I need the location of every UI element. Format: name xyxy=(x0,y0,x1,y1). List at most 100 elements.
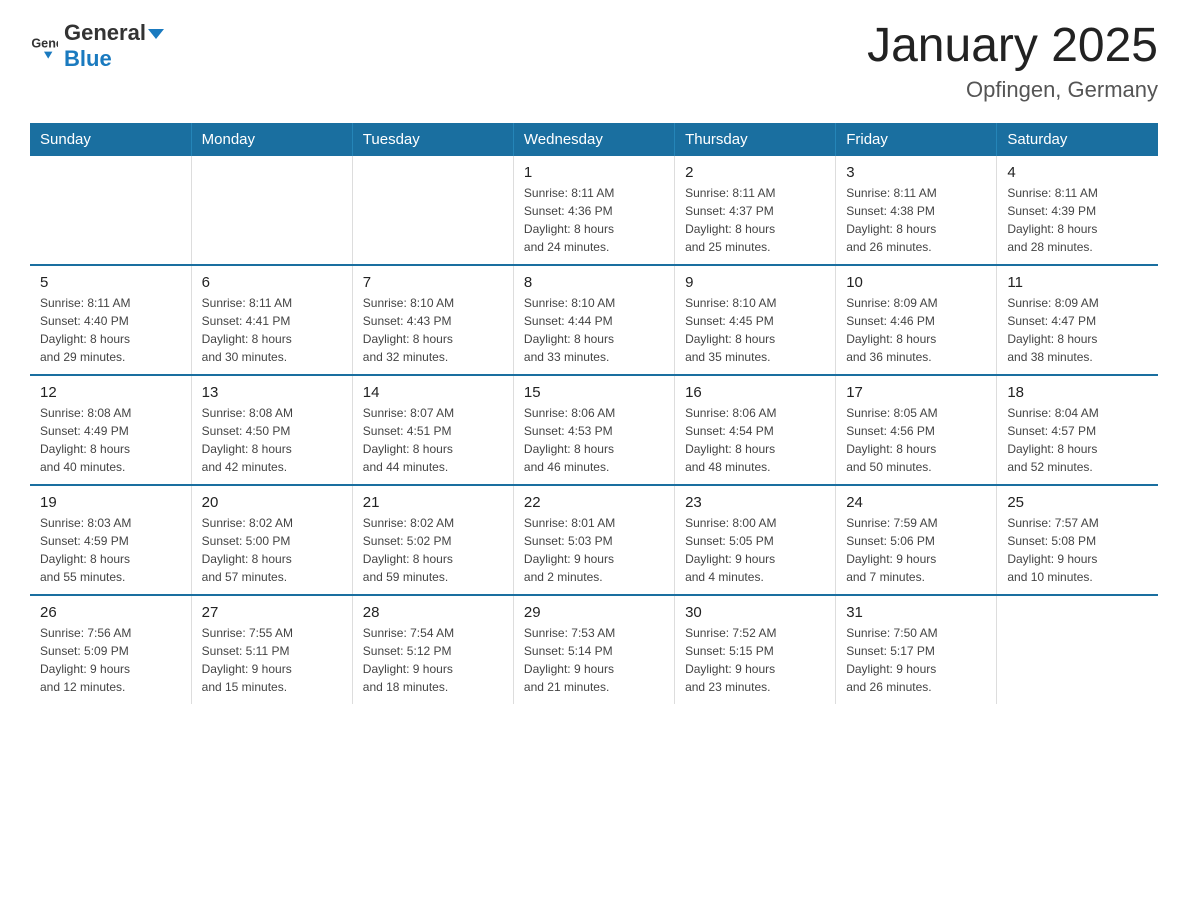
day-number: 30 xyxy=(685,604,825,621)
calendar-table: SundayMondayTuesdayWednesdayThursdayFrid… xyxy=(30,123,1158,704)
day-number: 13 xyxy=(202,384,342,401)
logo-icon: General xyxy=(30,32,58,60)
day-info: Sunrise: 8:08 AMSunset: 4:49 PMDaylight:… xyxy=(40,404,181,476)
day-info: Sunrise: 8:02 AMSunset: 5:02 PMDaylight:… xyxy=(363,514,503,586)
calendar-week-row: 12Sunrise: 8:08 AMSunset: 4:49 PMDayligh… xyxy=(30,375,1158,485)
calendar-cell: 7 Sunrise: 8:10 AMSunset: 4:43 PMDaylight… xyxy=(352,265,513,375)
weekday-header-saturday: Saturday xyxy=(997,123,1158,156)
day-number: 16 xyxy=(685,384,825,401)
day-info: Sunrise: 8:09 AMSunset: 4:47 PMDaylight:… xyxy=(1007,294,1148,366)
calendar-cell: 27 Sunrise: 7:55 AMSunset: 5:11 PMDayligh… xyxy=(191,595,352,704)
weekday-header-tuesday: Tuesday xyxy=(352,123,513,156)
calendar-cell xyxy=(997,595,1158,704)
day-number: 5 xyxy=(40,274,181,291)
calendar-week-row: 5 Sunrise: 8:11 AMSunset: 4:40 PMDaylight… xyxy=(30,265,1158,375)
calendar-cell: 21 Sunrise: 8:02 AMSunset: 5:02 PMDayligh… xyxy=(352,485,513,595)
calendar-cell xyxy=(30,156,191,265)
title-section: January 2025 Opfingen, Germany xyxy=(867,20,1158,103)
day-number: 15 xyxy=(524,384,664,401)
calendar-cell xyxy=(352,156,513,265)
day-info: Sunrise: 8:09 AMSunset: 4:46 PMDaylight:… xyxy=(846,294,986,366)
calendar-cell: 6 Sunrise: 8:11 AMSunset: 4:41 PMDaylight… xyxy=(191,265,352,375)
day-info: Sunrise: 8:11 AMSunset: 4:39 PMDaylight:… xyxy=(1007,184,1148,256)
calendar-cell: 4 Sunrise: 8:11 AMSunset: 4:39 PMDaylight… xyxy=(997,156,1158,265)
calendar-cell: 25Sunrise: 7:57 AMSunset: 5:08 PMDayligh… xyxy=(997,485,1158,595)
day-info: Sunrise: 8:11 AMSunset: 4:38 PMDaylight:… xyxy=(846,184,986,256)
calendar-cell: 28 Sunrise: 7:54 AMSunset: 5:12 PMDayligh… xyxy=(352,595,513,704)
calendar-cell: 11 Sunrise: 8:09 AMSunset: 4:47 PMDayligh… xyxy=(997,265,1158,375)
calendar-cell: 23Sunrise: 8:00 AMSunset: 5:05 PMDayligh… xyxy=(675,485,836,595)
day-number: 19 xyxy=(40,494,181,511)
day-number: 31 xyxy=(846,604,986,621)
day-info: Sunrise: 8:03 AMSunset: 4:59 PMDaylight:… xyxy=(40,514,181,586)
day-info: Sunrise: 8:07 AMSunset: 4:51 PMDaylight:… xyxy=(363,404,503,476)
day-number: 3 xyxy=(846,164,986,181)
page-header: General General Blue January 2025 Opfing… xyxy=(30,20,1158,103)
day-number: 2 xyxy=(685,164,825,181)
calendar-cell: 29 Sunrise: 7:53 AMSunset: 5:14 PMDayligh… xyxy=(513,595,674,704)
day-info: Sunrise: 8:10 AMSunset: 4:45 PMDaylight:… xyxy=(685,294,825,366)
calendar-cell: 5 Sunrise: 8:11 AMSunset: 4:40 PMDaylight… xyxy=(30,265,191,375)
day-number: 4 xyxy=(1007,164,1148,181)
logo-text-blue: Blue xyxy=(64,46,112,71)
day-info: Sunrise: 8:10 AMSunset: 4:44 PMDaylight:… xyxy=(524,294,664,366)
day-number: 21 xyxy=(363,494,503,511)
day-number: 11 xyxy=(1007,274,1148,291)
day-info: Sunrise: 8:05 AMSunset: 4:56 PMDaylight:… xyxy=(846,404,986,476)
day-info: Sunrise: 8:00 AMSunset: 5:05 PMDaylight:… xyxy=(685,514,825,586)
calendar-cell: 9 Sunrise: 8:10 AMSunset: 4:45 PMDaylight… xyxy=(675,265,836,375)
calendar-cell: 12Sunrise: 8:08 AMSunset: 4:49 PMDayligh… xyxy=(30,375,191,485)
calendar-cell: 16Sunrise: 8:06 AMSunset: 4:54 PMDayligh… xyxy=(675,375,836,485)
day-info: Sunrise: 8:11 AMSunset: 4:36 PMDaylight:… xyxy=(524,184,664,256)
day-number: 1 xyxy=(524,164,664,181)
day-info: Sunrise: 8:11 AMSunset: 4:40 PMDaylight:… xyxy=(40,294,181,366)
page-subtitle: Opfingen, Germany xyxy=(867,77,1158,103)
day-number: 17 xyxy=(846,384,986,401)
day-info: Sunrise: 7:53 AMSunset: 5:14 PMDaylight:… xyxy=(524,624,664,696)
calendar-cell: 18Sunrise: 8:04 AMSunset: 4:57 PMDayligh… xyxy=(997,375,1158,485)
calendar-cell: 31 Sunrise: 7:50 AMSunset: 5:17 PMDayligh… xyxy=(836,595,997,704)
weekday-header-monday: Monday xyxy=(191,123,352,156)
calendar-cell: 30 Sunrise: 7:52 AMSunset: 5:15 PMDayligh… xyxy=(675,595,836,704)
weekday-header-thursday: Thursday xyxy=(675,123,836,156)
day-info: Sunrise: 8:10 AMSunset: 4:43 PMDaylight:… xyxy=(363,294,503,366)
day-info: Sunrise: 8:11 AMSunset: 4:37 PMDaylight:… xyxy=(685,184,825,256)
day-number: 18 xyxy=(1007,384,1148,401)
logo-arrow xyxy=(148,29,164,39)
day-info: Sunrise: 7:59 AMSunset: 5:06 PMDaylight:… xyxy=(846,514,986,586)
day-number: 6 xyxy=(202,274,342,291)
day-number: 27 xyxy=(202,604,342,621)
calendar-week-row: 19 Sunrise: 8:03 AMSunset: 4:59 PMDayligh… xyxy=(30,485,1158,595)
day-info: Sunrise: 7:57 AMSunset: 5:08 PMDaylight:… xyxy=(1007,514,1148,586)
calendar-cell: 10Sunrise: 8:09 AMSunset: 4:46 PMDayligh… xyxy=(836,265,997,375)
day-number: 8 xyxy=(524,274,664,291)
calendar-cell: 3 Sunrise: 8:11 AMSunset: 4:38 PMDaylight… xyxy=(836,156,997,265)
day-info: Sunrise: 7:50 AMSunset: 5:17 PMDaylight:… xyxy=(846,624,986,696)
day-info: Sunrise: 7:52 AMSunset: 5:15 PMDaylight:… xyxy=(685,624,825,696)
weekday-header-wednesday: Wednesday xyxy=(513,123,674,156)
calendar-cell: 2 Sunrise: 8:11 AMSunset: 4:37 PMDaylight… xyxy=(675,156,836,265)
calendar-cell: 20Sunrise: 8:02 AMSunset: 5:00 PMDayligh… xyxy=(191,485,352,595)
calendar-cell: 8 Sunrise: 8:10 AMSunset: 4:44 PMDaylight… xyxy=(513,265,674,375)
calendar-cell: 15 Sunrise: 8:06 AMSunset: 4:53 PMDayligh… xyxy=(513,375,674,485)
calendar-cell: 22Sunrise: 8:01 AMSunset: 5:03 PMDayligh… xyxy=(513,485,674,595)
day-info: Sunrise: 8:11 AMSunset: 4:41 PMDaylight:… xyxy=(202,294,342,366)
day-info: Sunrise: 7:54 AMSunset: 5:12 PMDaylight:… xyxy=(363,624,503,696)
day-info: Sunrise: 7:55 AMSunset: 5:11 PMDaylight:… xyxy=(202,624,342,696)
weekday-header-friday: Friday xyxy=(836,123,997,156)
day-number: 28 xyxy=(363,604,503,621)
calendar-cell: 24Sunrise: 7:59 AMSunset: 5:06 PMDayligh… xyxy=(836,485,997,595)
svg-text:General: General xyxy=(31,36,58,50)
day-number: 14 xyxy=(363,384,503,401)
day-number: 29 xyxy=(524,604,664,621)
day-info: Sunrise: 7:56 AMSunset: 5:09 PMDaylight:… xyxy=(40,624,181,696)
page-title: January 2025 xyxy=(867,20,1158,73)
day-number: 7 xyxy=(363,274,503,291)
day-info: Sunrise: 8:06 AMSunset: 4:53 PMDaylight:… xyxy=(524,404,664,476)
calendar-week-row: 26Sunrise: 7:56 AMSunset: 5:09 PMDayligh… xyxy=(30,595,1158,704)
day-info: Sunrise: 8:08 AMSunset: 4:50 PMDaylight:… xyxy=(202,404,342,476)
calendar-header-row: SundayMondayTuesdayWednesdayThursdayFrid… xyxy=(30,123,1158,156)
calendar-cell xyxy=(191,156,352,265)
day-number: 9 xyxy=(685,274,825,291)
calendar-cell: 17 Sunrise: 8:05 AMSunset: 4:56 PMDayligh… xyxy=(836,375,997,485)
